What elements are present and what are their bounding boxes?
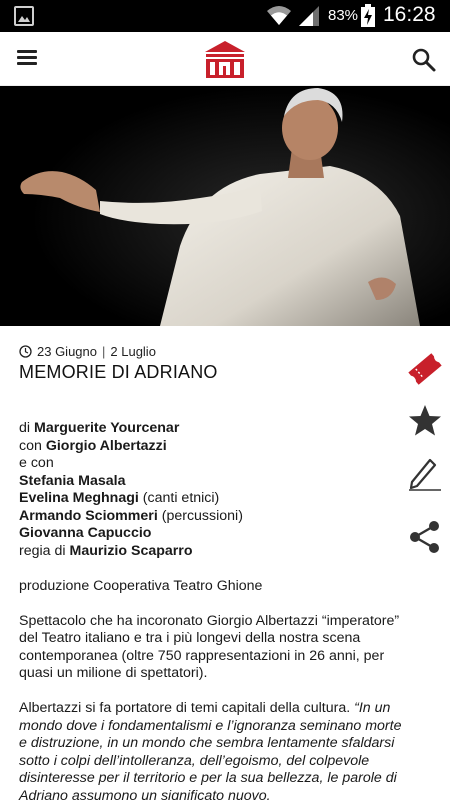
production-line: produzione Cooperativa Teatro Ghione	[19, 577, 263, 594]
ticket-icon[interactable]	[404, 348, 446, 390]
paragraph-2-plain: Albertazzi si fa portatore di temi capit…	[19, 700, 355, 716]
clock-icon	[19, 345, 32, 358]
battery-percent: 83%	[328, 7, 359, 24]
lead-line: con Giorgio Albertazzi	[19, 438, 404, 456]
hamburger-menu-icon[interactable]	[14, 47, 42, 71]
battery-charging-icon	[361, 4, 375, 27]
author-name: Marguerite Yourcenar	[34, 420, 180, 436]
director-name: Maurizio Scaparro	[69, 542, 193, 559]
event-dates: 23 Giugno | 2 Luglio	[19, 344, 156, 359]
date-separator: |	[102, 344, 106, 359]
signal-icon	[299, 6, 319, 26]
author-prefix: di	[19, 420, 31, 436]
cast-name: Stefania Masala	[19, 472, 126, 489]
cast-member: Evelina Meghnagi (canti etnici)	[19, 490, 404, 508]
author-line: di Marguerite Yourcenar	[19, 420, 404, 438]
status-bar: 83% 16:28	[0, 0, 450, 32]
date-end: 2 Luglio	[110, 344, 156, 359]
cast-member: Armando Sciommeri (percussioni)	[19, 508, 404, 526]
description-paragraph-1: Spettacolo che ha incoronato Giorgio Alb…	[19, 612, 400, 682]
with-prefix: e con	[19, 455, 54, 471]
status-clock: 16:28	[383, 3, 436, 26]
lead-prefix: con	[19, 437, 42, 454]
director-prefix: regia di	[19, 542, 66, 559]
search-icon[interactable]	[410, 46, 438, 74]
cast-name: Evelina Meghnagi	[19, 490, 139, 506]
pencil-icon[interactable]	[404, 452, 446, 494]
cast-member: Giovanna Capuccio	[19, 525, 404, 543]
cast-name: Armando Sciommeri	[19, 507, 158, 524]
cast-member: Stefania Masala	[19, 473, 404, 491]
cast-role: (percussioni)	[161, 507, 243, 524]
app-bar	[0, 32, 450, 86]
event-detail-content: 23 Giugno | 2 Luglio MEMORIE DI ADRIANO …	[0, 326, 450, 800]
director-line: regia di Maurizio Scaparro	[19, 543, 404, 561]
cast-role: (canti etnici)	[142, 490, 220, 506]
wifi-icon	[267, 6, 291, 25]
cast-name: Giovanna Capuccio	[19, 525, 152, 541]
date-start: 23 Giugno	[37, 344, 97, 359]
share-icon[interactable]	[404, 516, 446, 558]
star-icon[interactable]	[404, 400, 446, 442]
gallery-notification-icon	[14, 6, 34, 26]
event-description: di Marguerite Yourcenar con Giorgio Albe…	[19, 420, 404, 800]
event-title: MEMORIE DI ADRIANO	[19, 362, 218, 382]
description-paragraph-2: Albertazzi si fa portatore di temi capit…	[19, 700, 404, 800]
theatre-logo-icon[interactable]	[202, 38, 248, 80]
event-hero-image	[0, 86, 450, 326]
lead-actor: Giorgio Albertazzi	[45, 437, 167, 454]
